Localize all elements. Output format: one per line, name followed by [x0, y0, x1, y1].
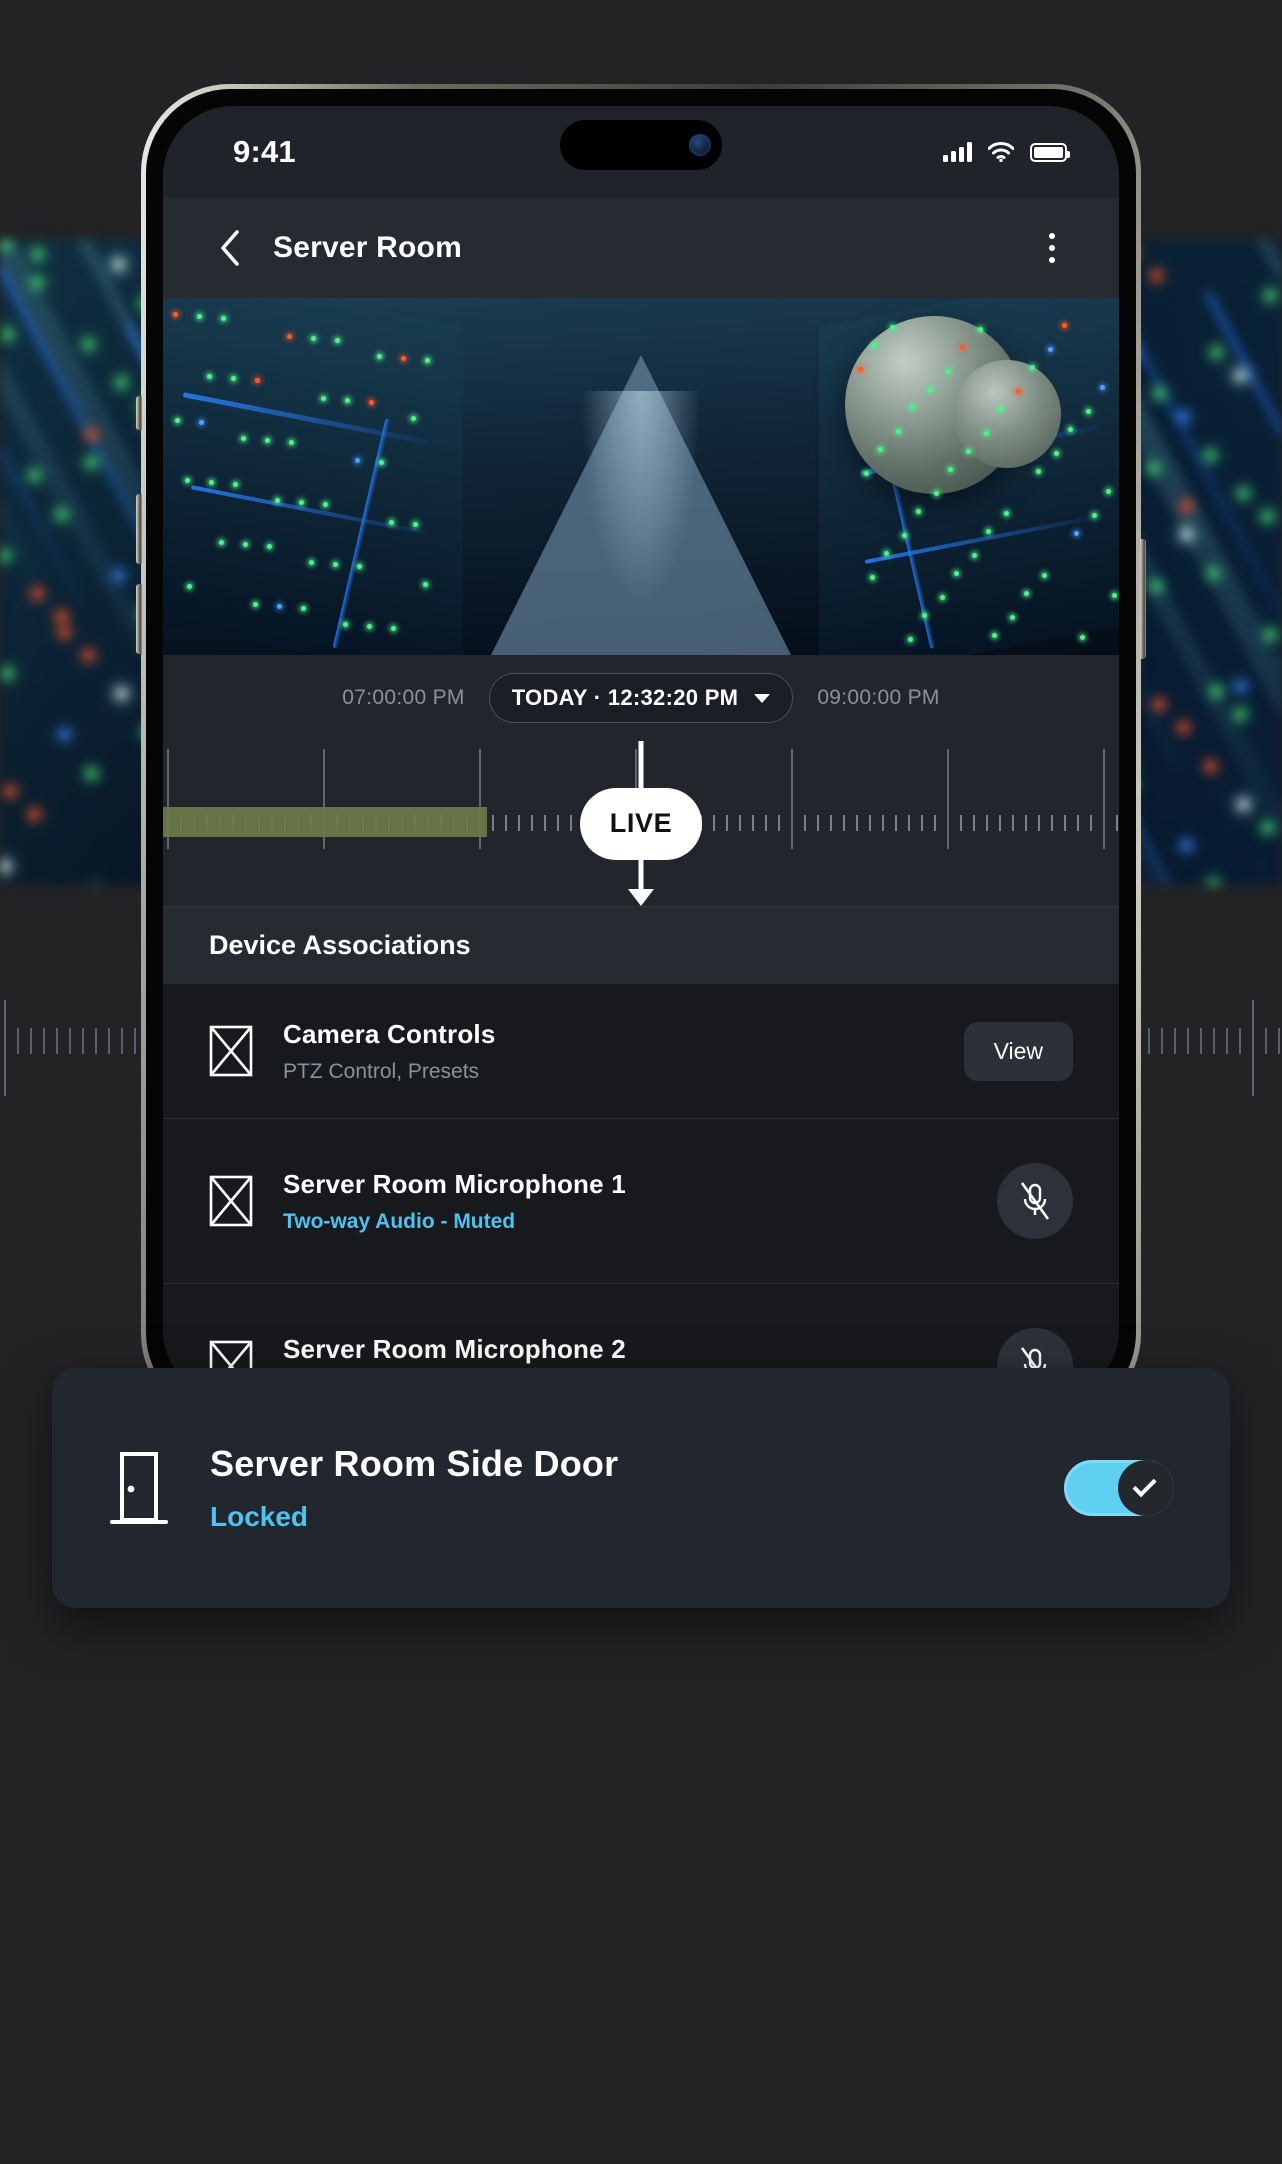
dynamic-island	[560, 120, 722, 170]
chevron-left-icon	[219, 229, 241, 267]
placeholder-image-icon	[209, 1175, 253, 1227]
chevron-down-icon	[754, 694, 770, 703]
device-row-microphone-1[interactable]: Server Room Microphone 1 Two-way Audio -…	[163, 1119, 1119, 1284]
live-camera-feed[interactable]	[163, 298, 1119, 655]
phone-frame: 9:41	[141, 84, 1141, 1422]
door-icon	[108, 1448, 170, 1528]
front-camera-icon	[689, 134, 711, 156]
mic-mute-toggle-1[interactable]	[997, 1163, 1073, 1239]
door-lock-overlay-card[interactable]: Server Room Side Door Locked	[52, 1368, 1230, 1608]
battery-icon	[1030, 143, 1067, 162]
placeholder-image-icon	[209, 1025, 253, 1077]
device-title: Camera Controls	[283, 1019, 934, 1050]
status-bar-clock: 9:41	[215, 134, 296, 170]
back-button[interactable]	[209, 227, 251, 269]
app-header: Server Room	[163, 198, 1119, 298]
device-row-camera-controls[interactable]: Camera Controls PTZ Control, Presets Vie…	[163, 984, 1119, 1119]
view-button[interactable]: View	[964, 1022, 1073, 1081]
silent-switch[interactable]	[136, 396, 142, 430]
server-rack-left	[163, 298, 463, 655]
timeline-header: 07:00:00 PM TODAY · 12:32:20 PM 09:00:00…	[163, 655, 1119, 741]
device-info: Camera Controls PTZ Control, Presets	[283, 1019, 934, 1084]
mic-muted-icon	[1018, 1181, 1052, 1221]
toggle-knob	[1118, 1460, 1174, 1516]
cellular-signal-icon	[943, 142, 972, 162]
volume-up-button[interactable]	[136, 494, 142, 564]
device-associations-header: Device Associations	[163, 906, 1119, 984]
check-icon	[1133, 1473, 1157, 1497]
door-lock-toggle[interactable]	[1064, 1460, 1174, 1516]
status-bar: 9:41	[163, 106, 1119, 198]
wifi-icon	[988, 142, 1014, 162]
timeline-end-time: 09:00:00 PM	[817, 686, 939, 710]
phone-screen: 9:41	[163, 106, 1119, 1400]
overlay-card-text: Server Room Side Door Locked	[210, 1443, 1024, 1533]
timeline-datetime-label: TODAY · 12:32:20 PM	[512, 685, 739, 711]
timeline-playhead-arrow	[628, 889, 654, 906]
device-title: Server Room Microphone 2	[283, 1334, 967, 1365]
power-button[interactable]	[1140, 539, 1146, 659]
device-title: Server Room Microphone 1	[283, 1169, 967, 1200]
timeline-start-time: 07:00:00 PM	[342, 686, 464, 710]
timeline-datetime-selector[interactable]: TODAY · 12:32:20 PM	[489, 673, 794, 723]
more-vertical-icon	[1049, 233, 1055, 239]
page-title: Server Room	[273, 231, 462, 265]
device-info: Server Room Microphone 1 Two-way Audio -…	[283, 1169, 967, 1234]
status-bar-icons	[943, 142, 1067, 162]
live-badge[interactable]: LIVE	[580, 788, 702, 860]
phone-bezel: 9:41	[146, 89, 1136, 1417]
device-list: Camera Controls PTZ Control, Presets Vie…	[163, 984, 1119, 1400]
overflow-menu-button[interactable]	[1031, 233, 1073, 263]
volume-down-button[interactable]	[136, 584, 142, 654]
overlay-card-status: Locked	[210, 1501, 1024, 1533]
timeline-scrubber[interactable]: LIVE	[163, 741, 1119, 906]
phone-mockup: 9:41	[141, 84, 1141, 1422]
overlay-card-title: Server Room Side Door	[210, 1443, 1024, 1485]
aisle-light-glow	[581, 391, 701, 605]
section-title: Device Associations	[209, 930, 471, 961]
timeline-recorded-segment	[163, 807, 487, 837]
device-subtitle: PTZ Control, Presets	[283, 1060, 934, 1084]
device-subtitle: Two-way Audio - Muted	[283, 1210, 967, 1234]
